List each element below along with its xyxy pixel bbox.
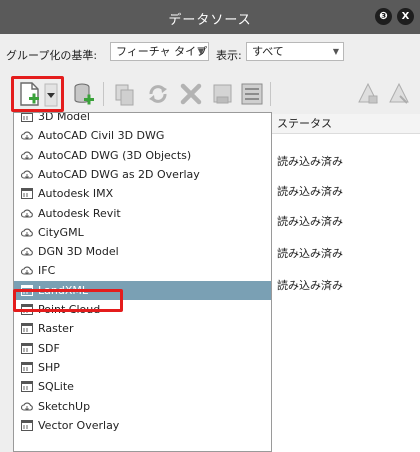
refresh-icon[interactable]	[146, 81, 170, 107]
properties-icon[interactable]	[240, 81, 264, 107]
menu-item-label: AutoCAD DWG (3D Objects)	[38, 148, 192, 162]
cloud-icon	[21, 401, 33, 411]
menu-item-label: 3D Model	[38, 112, 90, 123]
status-cell: 読み込み済み	[277, 279, 343, 292]
menu-item-label: SHP	[38, 360, 60, 374]
toolbar-separator	[270, 82, 271, 106]
add-database-icon[interactable]	[72, 81, 96, 107]
help-icon[interactable]: ❸	[375, 8, 392, 25]
menu-item-label: AutoCAD Civil 3D DWG	[38, 129, 165, 143]
status-cell: 読み込み済み	[277, 185, 343, 198]
menu-item[interactable]: AutoCAD DWG (3D Objects)	[14, 146, 271, 165]
menu-item-label: SQLite	[38, 380, 74, 394]
menu-item[interactable]: SHP	[14, 358, 271, 377]
menu-item-label: DGN 3D Model	[38, 245, 119, 259]
style-alt-icon[interactable]	[387, 81, 411, 107]
display-value: すべて	[252, 45, 284, 58]
grid-icon	[21, 323, 33, 335]
cloud-icon	[21, 266, 33, 276]
data-source-type-menu: 3D Model AutoCAD Civil 3D DWG AutoCAD DWG …	[13, 112, 272, 452]
status-cell: 読み込み済み	[277, 155, 343, 168]
grid-icon	[21, 419, 33, 431]
export-icon[interactable]	[211, 81, 235, 107]
menu-item-label: IFC	[38, 264, 56, 278]
chevron-down-icon: ▼	[197, 47, 204, 56]
grid-icon	[21, 188, 33, 200]
cloud-icon	[21, 208, 33, 218]
menu-item[interactable]: DGN 3D Model	[14, 242, 271, 261]
menu-item[interactable]: Autodesk IMX	[14, 184, 271, 203]
menu-item-label: AutoCAD DWG as 2D Overlay	[38, 167, 200, 181]
status-cell: 読み込み済み	[277, 247, 343, 260]
highlight-box	[13, 289, 123, 312]
menu-item-label: SketchUp	[38, 399, 91, 413]
group-by-value: フィーチャ タイプ	[116, 45, 208, 58]
chevron-down-icon: ▼	[332, 47, 339, 56]
toolbar-separator	[103, 82, 104, 106]
grid-icon	[21, 342, 33, 354]
grid-icon	[21, 381, 33, 393]
menu-item-label: SDF	[38, 341, 60, 355]
menu-item[interactable]: Raster	[14, 319, 271, 338]
menu-item[interactable]: AutoCAD DWG as 2D Overlay	[14, 165, 271, 184]
cloud-icon	[21, 131, 33, 140]
display-label: 表示:	[216, 49, 242, 62]
highlight-box	[11, 76, 64, 112]
data-sources-grid: ステータス 読み込み済み 読み込み済み 読み込み済み 読み込み済み 読み込み済み	[272, 114, 420, 452]
close-icon[interactable]: X	[397, 8, 414, 25]
group-by-label: グループ化の基準:	[6, 49, 98, 62]
filter-bar: グループ化の基準: フィーチャ タイプ ▼ 表示: すべて ▼	[0, 35, 420, 65]
menu-item-label: Raster	[38, 322, 74, 336]
menu-item-label: Autodesk IMX	[38, 187, 114, 201]
cloud-icon	[21, 151, 33, 160]
menu-item[interactable]: CityGML	[14, 223, 271, 242]
status-column-header[interactable]: ステータス	[272, 114, 420, 134]
menu-item[interactable]: IFC	[14, 261, 271, 280]
cloud-icon	[21, 170, 33, 179]
menu-item[interactable]: Autodesk Revit	[14, 204, 271, 223]
menu-item[interactable]: Vector Overlay	[14, 416, 271, 435]
display-dropdown[interactable]: すべて ▼	[246, 42, 344, 61]
grid-icon	[21, 113, 33, 122]
menu-item-label: CityGML	[38, 225, 84, 239]
toolbar	[0, 68, 420, 114]
menu-item[interactable]: SQLite	[14, 377, 271, 396]
menu-item[interactable]: 3D Model	[14, 112, 271, 126]
cloud-icon	[21, 228, 33, 237]
style-icon[interactable]	[356, 81, 380, 107]
window-title: データソース	[168, 13, 252, 28]
menu-item[interactable]: SketchUp	[14, 397, 271, 416]
status-cell: 読み込み済み	[277, 215, 343, 228]
cloud-icon	[21, 247, 33, 256]
title-bar: データソース ❸ X	[0, 0, 420, 34]
grid-icon	[21, 361, 33, 373]
delete-icon[interactable]	[179, 81, 203, 107]
group-by-dropdown[interactable]: フィーチャ タイプ ▼	[110, 42, 209, 61]
menu-item[interactable]: SDF	[14, 339, 271, 358]
menu-item[interactable]: AutoCAD Civil 3D DWG	[14, 126, 271, 145]
menu-item-label: Autodesk Revit	[38, 206, 121, 220]
copy-icon[interactable]	[113, 81, 137, 107]
menu-item-label: Vector Overlay	[38, 418, 120, 432]
